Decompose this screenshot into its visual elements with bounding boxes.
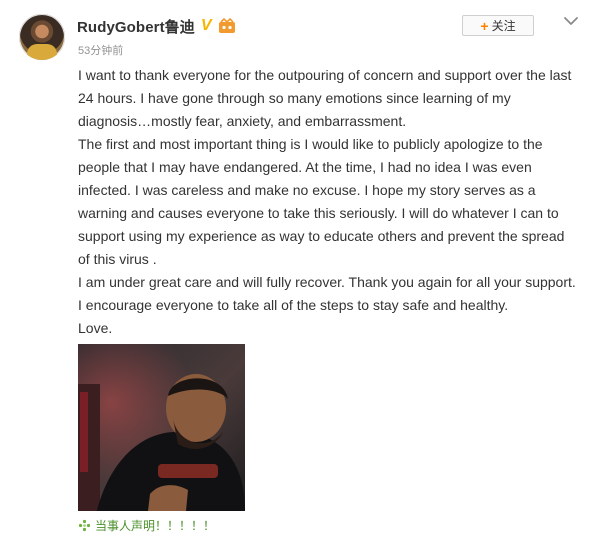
post-timestamp[interactable]: 53分钟前 <box>78 42 123 58</box>
topic-link[interactable]: 当事人声明！！！！！ <box>78 517 215 534</box>
weibo-post: RudyGobert鲁迪 V 53分钟前 + 关注 I want to than… <box>0 0 595 538</box>
post-photo[interactable] <box>78 344 245 511</box>
follow-button[interactable]: + 关注 <box>462 15 534 36</box>
avatar-jersey <box>27 44 57 60</box>
post-paragraph: The first and most important thing is I … <box>78 136 565 267</box>
verified-v-icon: V <box>200 17 212 34</box>
author-name[interactable]: RudyGobert鲁迪 <box>77 16 195 37</box>
topic-label: 当事人声明！！！！！ <box>95 519 216 533</box>
vip-badge-icon[interactable] <box>218 18 236 34</box>
author-row: RudyGobert鲁迪 V <box>77 15 236 37</box>
avatar[interactable] <box>19 14 65 60</box>
plus-icon: + <box>480 17 489 34</box>
post-body: I want to thank everyone for the outpour… <box>78 64 578 340</box>
post-paragraph: I want to thank everyone for the outpour… <box>78 67 572 129</box>
follow-label: 关注 <box>491 19 516 33</box>
chevron-down-icon[interactable] <box>563 14 579 26</box>
post-paragraph: I am under great care and will fully rec… <box>78 274 576 313</box>
post-paragraph: Love. <box>78 320 113 336</box>
sparkle-icon <box>78 519 91 532</box>
